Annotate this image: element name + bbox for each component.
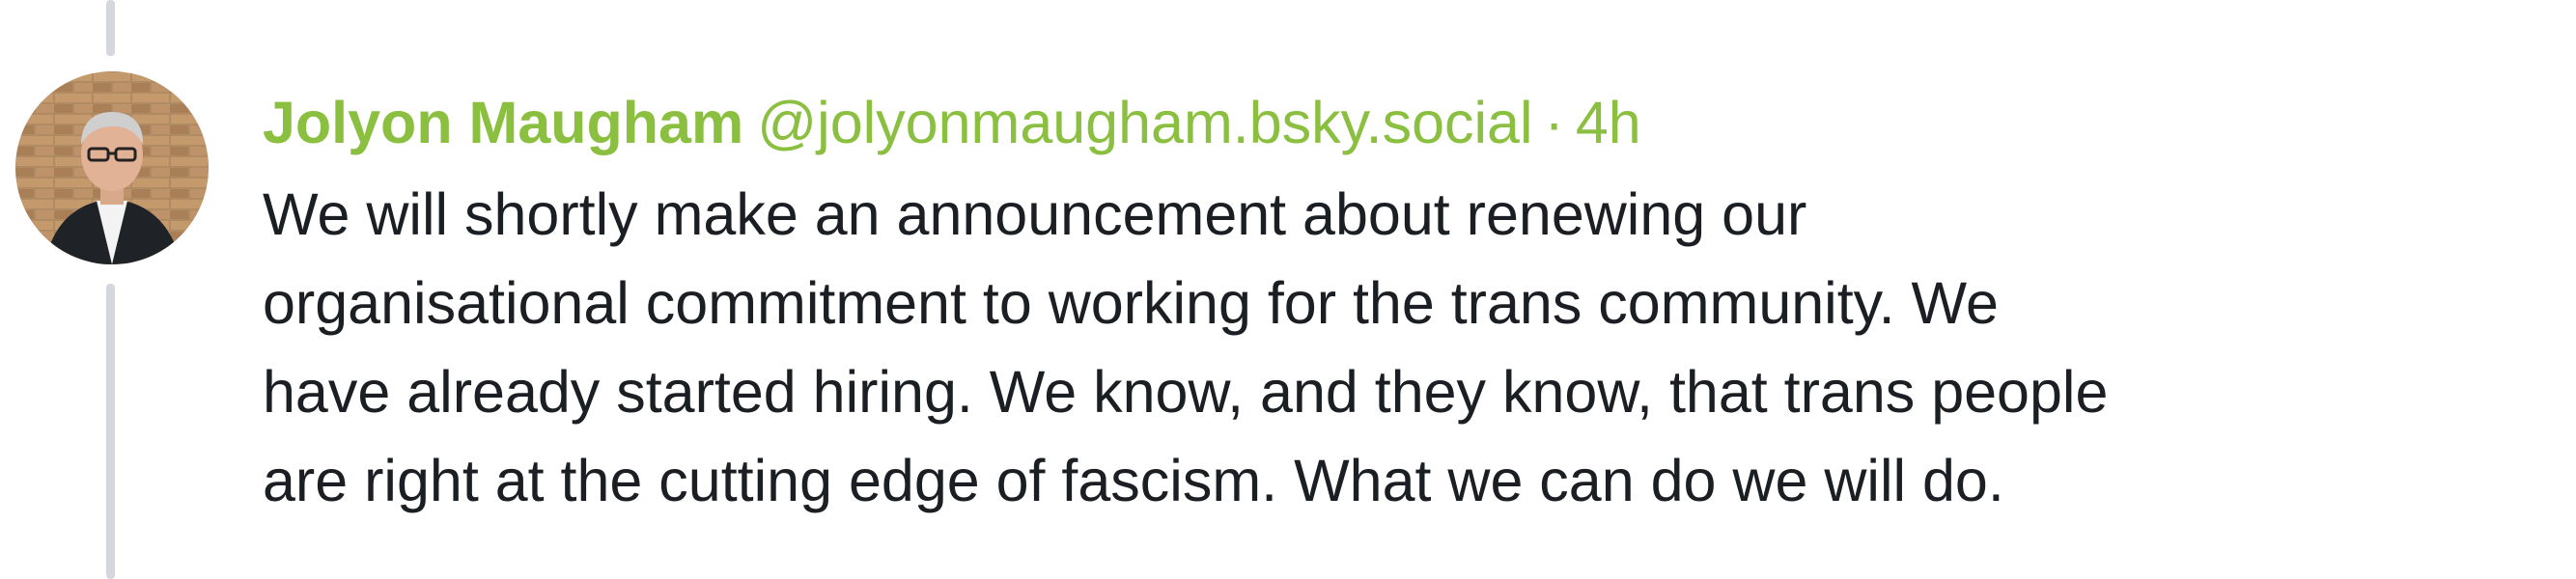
post-text-line: are right at the cutting edge of fascism… — [263, 448, 2004, 513]
person-photo-icon — [15, 71, 209, 264]
header-separator: · — [1544, 90, 1564, 155]
post-header: Jolyon Maugham @jolyonmaugham.bsky.social… — [263, 79, 2561, 166]
post-body: Jolyon Maugham @jolyonmaugham.bsky.social… — [263, 79, 2561, 525]
post-text-line: have already started hiring. We know, an… — [263, 359, 2109, 425]
author-name[interactable]: Jolyon Maugham — [263, 90, 743, 155]
author-handle[interactable]: @jolyonmaugham.bsky.social — [757, 90, 1532, 155]
thread-line-bottom — [106, 284, 115, 579]
post-text-line: We will shortly make an announcement abo… — [263, 181, 1807, 247]
avatar[interactable] — [15, 71, 209, 264]
post-timestamp[interactable]: 4h — [1576, 90, 1641, 155]
thread-line-top — [106, 0, 115, 56]
post-page: Jolyon Maugham @jolyonmaugham.bsky.social… — [0, 0, 2576, 579]
post-text: We will shortly make an announcement abo… — [263, 170, 2561, 525]
post-text-line: organisational commitment to working for… — [263, 270, 1999, 336]
